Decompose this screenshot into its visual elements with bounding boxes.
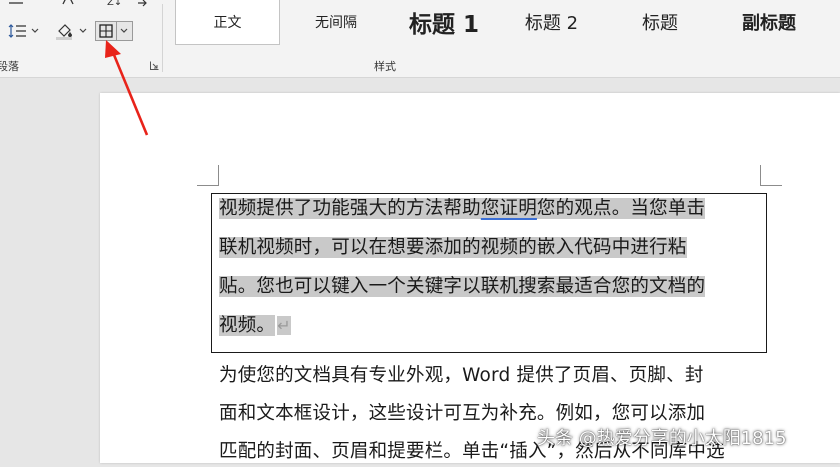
crop-mark	[218, 165, 219, 186]
crop-mark	[760, 165, 761, 186]
text-line: 为使您的文档具有专业外观，Word 提供了页眉、页脚、封	[219, 365, 704, 386]
crop-mark	[197, 185, 219, 186]
group-divider	[162, 4, 163, 72]
style-title[interactable]: 标题	[604, 0, 716, 44]
show-marks-icon[interactable]	[136, 0, 148, 8]
style-subtitle[interactable]: 副标题	[716, 0, 822, 44]
annotation-arrow	[105, 40, 149, 136]
chevron-down-icon[interactable]	[78, 28, 88, 34]
paragraph-border	[211, 193, 767, 353]
font-color-icon[interactable]	[60, 0, 80, 8]
style-normal[interactable]: 正文	[175, 0, 280, 45]
crop-mark	[760, 185, 782, 186]
style-heading-2[interactable]: 标题 2	[499, 0, 604, 44]
style-label: 标题 1	[408, 12, 479, 38]
outdent-icon[interactable]	[8, 0, 24, 8]
style-label: 无间隔	[315, 15, 357, 31]
chevron-down-icon[interactable]	[30, 28, 40, 34]
style-label: 标题 2	[524, 13, 579, 34]
line-spacing-button[interactable]	[8, 21, 42, 41]
style-label: 副标题	[742, 13, 796, 34]
watermark: 头条 @热爱分享的小太阳1815	[537, 428, 787, 449]
styles-gallery: 正文 无间隔 标题 1 标题 2 标题 副标题	[175, 0, 840, 46]
styles-group-label: 样式	[374, 60, 396, 73]
shading-button[interactable]	[54, 21, 90, 41]
chevron-down-icon[interactable]	[117, 28, 131, 34]
style-label: 标题	[642, 13, 678, 34]
style-no-spacing[interactable]: 无间隔	[283, 0, 389, 44]
svg-text:Z↓: Z↓	[107, 0, 122, 8]
style-heading-1[interactable]: 标题 1	[389, 0, 499, 44]
line-spacing-icon	[8, 24, 26, 38]
style-label: 正文	[213, 14, 242, 31]
sort-icon[interactable]: Z↓	[106, 0, 126, 8]
shading-icon	[56, 24, 72, 40]
paragraph-group-label: 段落	[0, 60, 19, 73]
